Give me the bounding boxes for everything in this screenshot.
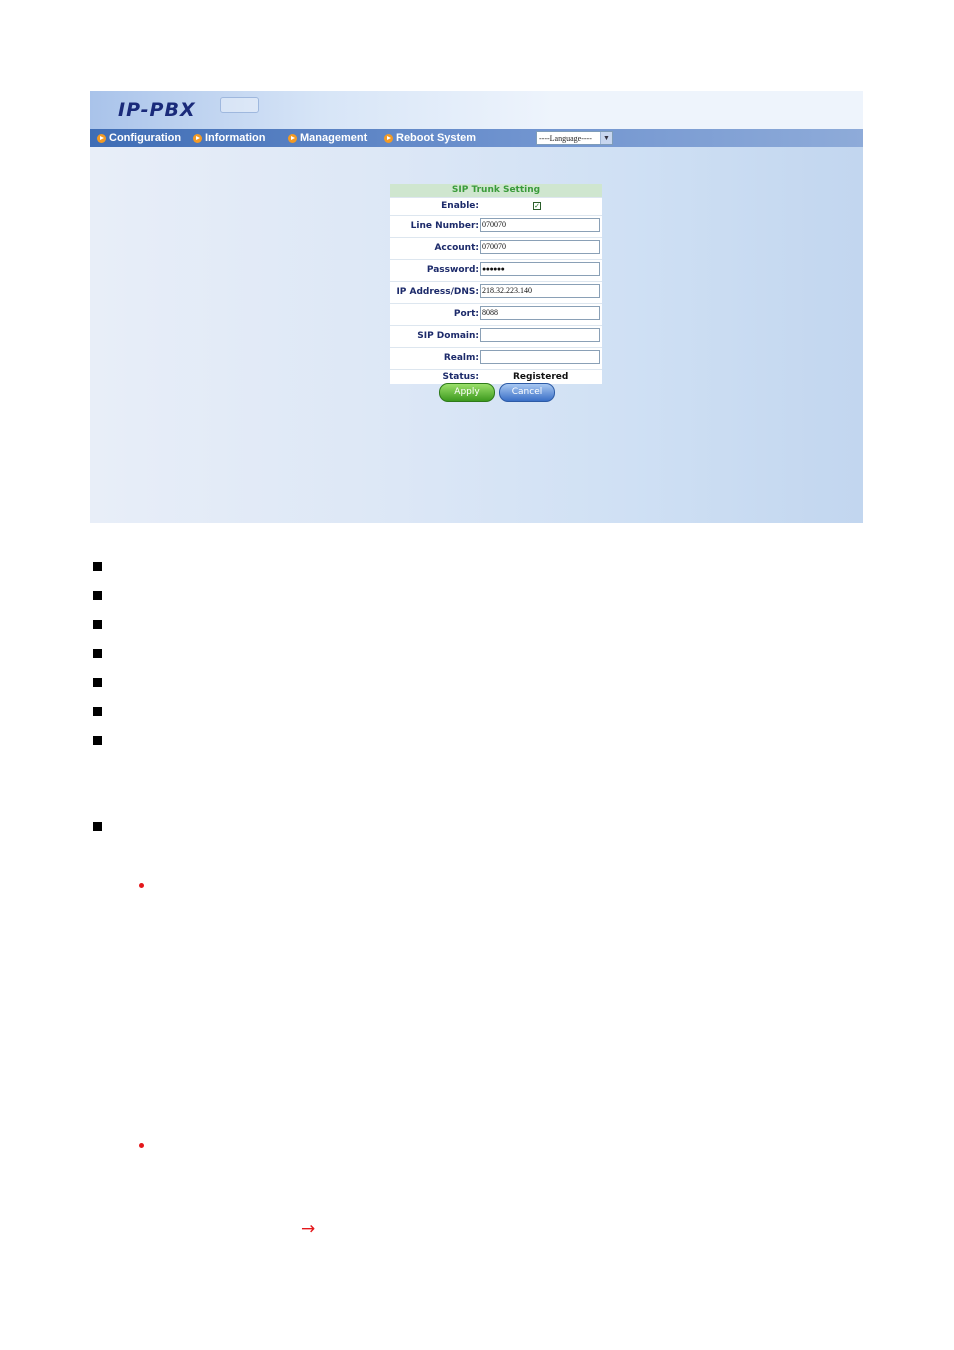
account-label: Account:: [434, 243, 479, 253]
nav-item-label: Management: [300, 132, 368, 144]
row-port: Port: 8088: [390, 303, 602, 325]
nav-item-label: Configuration: [109, 132, 182, 144]
sip-domain-label: SIP Domain:: [417, 331, 479, 341]
status-value: Registered: [513, 372, 569, 382]
ippbx-screenshot: IP-PBX Configuration Information Managem…: [90, 91, 863, 523]
sub-bullet: [139, 883, 144, 888]
play-icon: [288, 133, 297, 143]
logo-decoration: [220, 97, 259, 113]
port-label: Port:: [453, 309, 479, 319]
line-number-input[interactable]: 070070: [480, 218, 600, 232]
arrow-right-icon: →: [301, 1219, 316, 1239]
list-bullet: [93, 678, 102, 687]
password-input[interactable]: ●●●●●●: [480, 262, 600, 276]
list-bullet: [93, 620, 102, 629]
realm-label: Realm:: [443, 353, 479, 363]
port-input[interactable]: 8088: [480, 306, 600, 320]
row-line-number: Line Number: 070070: [390, 215, 602, 237]
ip-address-input[interactable]: 218.32.223.140: [480, 284, 600, 298]
status-label: Status:: [442, 372, 479, 382]
list-bullet: [93, 736, 102, 745]
nav-bar: Configuration Information Management Reb…: [90, 129, 863, 147]
sub-bullet: [139, 1143, 144, 1148]
row-enable: Enable: ✓: [390, 197, 602, 215]
play-icon: [193, 133, 202, 143]
play-icon: [384, 133, 393, 143]
sip-domain-input[interactable]: [480, 328, 600, 342]
enable-label: Enable:: [441, 201, 479, 211]
cancel-button[interactable]: Cancel: [499, 383, 555, 402]
apply-button[interactable]: Apply: [439, 383, 495, 402]
row-account: Account: 070070: [390, 237, 602, 259]
chevron-down-icon[interactable]: ▼: [600, 132, 612, 144]
ippbx-logo: IP-PBX: [118, 99, 196, 121]
row-ip-address: IP Address/DNS: 218.32.223.140: [390, 281, 602, 303]
play-icon: [97, 133, 106, 143]
nav-item-label: Reboot System: [396, 132, 477, 144]
row-password: Password: ●●●●●●: [390, 259, 602, 281]
list-bullet: [93, 822, 102, 831]
realm-input[interactable]: [480, 350, 600, 364]
form-title: SIP Trunk Setting: [390, 184, 602, 197]
nav-item-information[interactable]: Information: [193, 131, 266, 145]
language-select-value: ----Language----: [539, 133, 592, 143]
enable-checkbox[interactable]: ✓: [533, 202, 541, 210]
list-bullet: [93, 562, 102, 571]
password-label: Password:: [426, 265, 479, 275]
row-sip-domain: SIP Domain:: [390, 325, 602, 347]
nav-item-label: Information: [205, 132, 266, 144]
ip-address-label: IP Address/DNS:: [396, 287, 479, 297]
line-number-label: Line Number:: [410, 221, 479, 231]
row-realm: Realm:: [390, 347, 602, 369]
header-banner: IP-PBX: [90, 91, 863, 129]
language-select[interactable]: ----Language---- ▼: [536, 131, 613, 145]
list-bullet: [93, 649, 102, 658]
account-input[interactable]: 070070: [480, 240, 600, 254]
row-status: Status: Registered: [390, 369, 602, 384]
nav-item-management[interactable]: Management: [288, 131, 367, 145]
nav-item-configuration[interactable]: Configuration: [97, 131, 181, 145]
list-bullet: [93, 707, 102, 716]
sip-trunk-form: SIP Trunk Setting Enable: ✓ Line Number:…: [390, 184, 602, 384]
nav-item-reboot-system[interactable]: Reboot System: [384, 131, 476, 145]
list-bullet: [93, 591, 102, 600]
